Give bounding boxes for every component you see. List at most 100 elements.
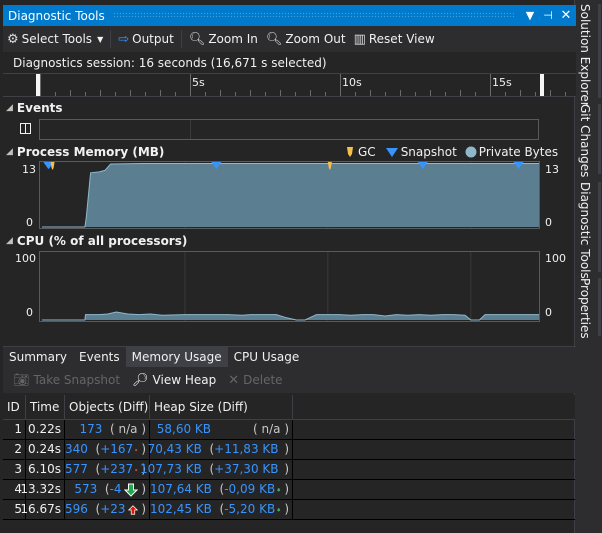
column-header-objects[interactable]: Objects (Diff): [65, 395, 150, 419]
close-icon[interactable]: ✕: [558, 8, 574, 24]
cell-heap-size[interactable]: 70,43 KB (+11,83 KB ): [148, 440, 293, 459]
cell-objects[interactable]: 173 ( n/a ): [65, 420, 150, 439]
chevron-down-icon: ▼: [97, 34, 104, 44]
tab-cpu-usage[interactable]: CPU Usage: [228, 347, 306, 367]
side-tab-properties[interactable]: Properties: [578, 278, 592, 339]
cell-heap-size[interactable]: 102,45 KB (-5,20 KB ): [150, 500, 293, 519]
side-tab-indicator: [598, 4, 601, 98]
objects-diff-link[interactable]: +237: [100, 460, 133, 479]
cpu-y-max-right: 100: [545, 252, 566, 265]
table-row[interactable]: 4 13.32s 573 (-4 ) 107,64 KB (-0,09 KB ): [3, 480, 575, 500]
objects-diff-link[interactable]: +167: [100, 440, 133, 459]
objects-count-link[interactable]: 173: [79, 420, 102, 439]
heap-size-link[interactable]: 107,73 KB: [140, 460, 202, 479]
cell-filler: [293, 500, 575, 519]
pause-icon[interactable]: [20, 123, 31, 134]
side-tab-indicator: [598, 278, 601, 336]
take-snapshot-button[interactable]: 📷︎ Take Snapshot: [7, 373, 126, 388]
objects-count-link[interactable]: 577: [65, 460, 88, 479]
events-track[interactable]: [39, 119, 539, 140]
paren-close: ): [280, 462, 289, 476]
cell-id: 1: [3, 420, 26, 439]
cpu-section-header[interactable]: ◢ CPU (% of all processors): [6, 234, 187, 248]
side-tab-solution-explorer[interactable]: Solution Explorer: [578, 4, 592, 107]
cell-objects[interactable]: 596 (+23 ): [65, 500, 150, 519]
zoom-out-button[interactable]: 🔍︎ Zoom Out: [262, 28, 350, 50]
timeline-ruler[interactable]: 5s 10s 15s: [3, 74, 576, 97]
ruler-tick: [505, 92, 506, 96]
paren-open: (: [97, 482, 110, 496]
memory-section-header[interactable]: ◢ Process Memory (MB): [6, 145, 164, 159]
heap-diff-link[interactable]: -5,20 KB: [224, 500, 275, 519]
paren-close: ): [137, 502, 146, 516]
paren-close: ): [137, 422, 146, 436]
heap-size-link[interactable]: 102,45 KB: [150, 500, 212, 519]
collapse-triangle-icon[interactable]: ◢: [6, 103, 13, 113]
heap-diff-link[interactable]: -0,09 KB: [224, 480, 275, 499]
heap-size-link[interactable]: 70,43 KB: [148, 440, 202, 459]
cell-objects[interactable]: 577 (+237 ): [65, 460, 150, 479]
gridline: [190, 120, 191, 139]
column-header-heap-size[interactable]: Heap Size (Diff): [150, 395, 293, 419]
events-section-header[interactable]: ◢ Events: [6, 101, 63, 115]
heap-size-link[interactable]: 58,60 KB: [157, 420, 211, 439]
table-row[interactable]: 3 6.10s 577 (+237 ) 107,73 KB (+37,30 KB ): [3, 460, 575, 480]
memory-title: Process Memory (MB): [16, 145, 165, 159]
ruler-tick: [340, 74, 341, 96]
selection-end-handle[interactable]: [540, 74, 544, 96]
memory-y-max-right: 13: [545, 163, 559, 176]
cell-heap-size[interactable]: 58,60 KB ( n/a ): [150, 420, 293, 439]
side-tab-git-changes[interactable]: Git Changes: [578, 104, 592, 177]
ruler-tick: [100, 90, 101, 96]
heap-size-link[interactable]: 107,64 KB: [150, 480, 212, 499]
side-tab-diagnostic-tools[interactable]: Diagnostic Tools: [578, 182, 592, 279]
table-row[interactable]: 2 0.24s 340 (+167 ) 70,43 KB (+11,83 KB ): [3, 440, 575, 460]
column-header-time[interactable]: Time: [26, 395, 65, 419]
cell-heap-size[interactable]: 107,64 KB (-0,09 KB ): [150, 480, 293, 499]
delete-x-icon: ✕: [228, 372, 240, 388]
delete-button[interactable]: ✕ Delete: [222, 373, 288, 388]
tab-memory-usage[interactable]: Memory Usage: [125, 347, 228, 367]
tab-events[interactable]: Events: [73, 347, 126, 367]
table-row[interactable]: 1 0.22s 173 ( n/a ) 58,60 KB ( n/a ): [3, 420, 575, 440]
cell-objects[interactable]: 340 (+167 ): [65, 440, 150, 459]
view-heap-button[interactable]: 🔍︎ View Heap: [126, 373, 222, 388]
panel-title-bar[interactable]: Diagnostic Tools ▼ ⊣ ✕: [3, 5, 576, 26]
heap-diff-link[interactable]: +37,30 KB: [214, 460, 278, 479]
objects-diff-link[interactable]: -4: [110, 480, 122, 499]
heap-diff-link: n/a: [261, 422, 281, 436]
objects-diff-link[interactable]: +23: [100, 500, 125, 519]
paren-open: (: [87, 462, 101, 476]
memory-graph[interactable]: [39, 161, 540, 229]
ruler-tick: [175, 92, 176, 96]
column-header-id[interactable]: ID: [3, 395, 26, 419]
objects-count-link[interactable]: 340: [65, 440, 88, 459]
paren-close: ): [280, 502, 289, 516]
ruler-tick: [325, 92, 326, 96]
reset-view-button[interactable]: ▥ Reset View: [350, 28, 439, 50]
output-button[interactable]: ⇨ Output: [114, 28, 178, 50]
memory-y-max-left: 13: [22, 163, 36, 176]
title-grip[interactable]: [112, 12, 514, 19]
heap-diff-link[interactable]: +11,83 KB: [214, 440, 278, 459]
tab-summary[interactable]: Summary: [3, 347, 73, 367]
memory-y-min-left: 0: [26, 216, 33, 229]
window-menu-dropdown-icon[interactable]: ▼: [522, 8, 538, 24]
cell-heap-size[interactable]: 107,73 KB (+37,30 KB ): [140, 460, 293, 479]
select-tools-button[interactable]: ⚙ Select Tools ▼: [3, 28, 107, 50]
output-label: Output: [132, 32, 174, 46]
objects-count-link[interactable]: 596: [65, 500, 88, 519]
objects-count-link[interactable]: 573: [74, 480, 97, 499]
collapse-triangle-icon[interactable]: ◢: [6, 236, 13, 246]
cpu-graph[interactable]: [39, 251, 540, 322]
camera-icon: 📷︎: [13, 372, 30, 388]
series-area: [42, 163, 539, 227]
ruler-tick: [400, 90, 401, 96]
ruler-tick: [115, 92, 116, 96]
pin-icon[interactable]: ⊣: [540, 8, 556, 24]
cell-objects[interactable]: 573 (-4 ): [65, 480, 150, 499]
table-row[interactable]: 5 16.67s 596 (+23 ) 102,45 KB (-5,20 KB ): [3, 500, 575, 520]
column-header-filler: [293, 395, 575, 419]
zoom-in-button[interactable]: 🔍︎ Zoom In: [185, 28, 262, 50]
collapse-triangle-icon[interactable]: ◢: [6, 147, 13, 157]
